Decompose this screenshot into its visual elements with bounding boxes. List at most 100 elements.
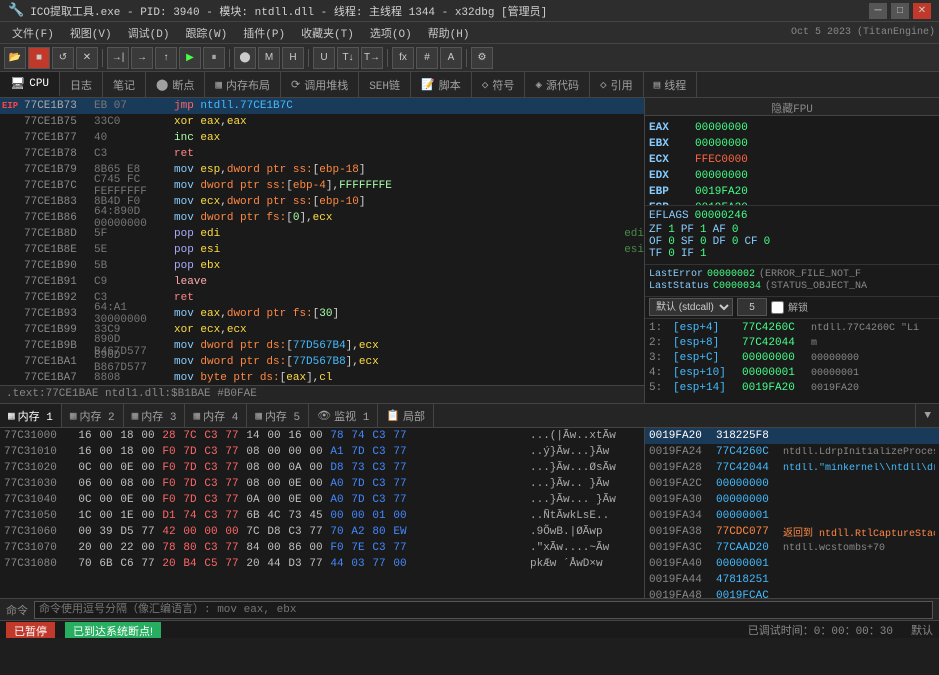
menu-help[interactable]: 帮助(H) <box>420 23 478 43</box>
tb-step-into[interactable]: →| <box>107 47 129 69</box>
disasm-row[interactable]: EIP 77CE1B73 EB 07 jmp ntdll.77CE1B7C <box>0 98 644 114</box>
tb-stop[interactable]: ■ <box>28 47 50 69</box>
mem-row[interactable]: 77C31060 0039D577 42000000 7CD8C377 70A2… <box>0 524 644 540</box>
mem-row[interactable]: 77C31040 0C000E00 F07DC377 0A000E00 A07D… <box>0 492 644 508</box>
command-input[interactable] <box>34 601 933 619</box>
btab-mem3[interactable]: ▦ 内存 3 <box>124 404 186 427</box>
tb-expr[interactable]: fx <box>392 47 414 69</box>
si-row[interactable]: 0019FA30 00000000 <box>645 492 939 508</box>
tb-run-to-user[interactable]: U <box>313 47 335 69</box>
tab-memory-layout[interactable]: ▦ 内存布局 <box>205 72 281 97</box>
menu-view[interactable]: 视图(V) <box>62 23 120 43</box>
tab-seh[interactable]: SEH链 <box>359 72 411 97</box>
btab-mem4[interactable]: ▦ 内存 4 <box>185 404 247 427</box>
mem-row[interactable]: 77C31070 20002200 7880C377 84008600 F07E… <box>0 540 644 556</box>
tab-ref[interactable]: ◇ 引用 <box>590 72 644 97</box>
menu-trace[interactable]: 跟踪(W) <box>177 23 235 43</box>
menu-options[interactable]: 选项(O) <box>362 23 420 43</box>
si-row[interactable]: 0019FA2C 00000000 <box>645 476 939 492</box>
arg-count-input[interactable] <box>737 298 767 316</box>
btab-mem2[interactable]: ▦ 内存 2 <box>62 404 124 427</box>
reg-ecx-row[interactable]: ECX FFEC0000 <box>649 152 935 168</box>
close-button[interactable]: ✕ <box>913 3 931 19</box>
flag-cf-name[interactable]: CF <box>744 236 757 248</box>
tb-trace-into[interactable]: T↓ <box>337 47 359 69</box>
tb-restart[interactable]: ↺ <box>52 47 74 69</box>
btab-right-extra[interactable]: ▼ <box>915 404 939 427</box>
tab-source[interactable]: ◈ 源代码 <box>525 72 590 97</box>
disasm-row[interactable]: 77CE1B91 C9 leave <box>0 274 644 290</box>
disasm-row[interactable]: 77CE1B90 5B pop ebx <box>0 258 644 274</box>
tab-note[interactable]: 笔记 <box>103 72 146 97</box>
fpu-header[interactable]: 隐藏FPU <box>645 98 939 116</box>
tb-settings[interactable]: ⚙ <box>471 47 493 69</box>
disasm-row[interactable]: 77CE1B77 40 inc eax <box>0 130 644 146</box>
menu-plugins[interactable]: 插件(P) <box>235 23 293 43</box>
stack-arg-row[interactable]: 2: [esp+8] 77C42044 m <box>645 336 939 351</box>
btab-mem1[interactable]: ▦ 内存 1 <box>0 404 62 427</box>
tab-log[interactable]: 日志 <box>60 72 103 97</box>
si-row[interactable]: 0019FA34 00000001 <box>645 508 939 524</box>
tb-bp[interactable]: ⬤ <box>234 47 256 69</box>
reg-eax-row[interactable]: EAX 00000000 <box>649 120 935 136</box>
si-row[interactable]: 0019FA28 77C42044 ntdll."minkernel\\ntdl… <box>645 460 939 476</box>
mem-row[interactable]: 77C31020 0C000E00 F07DC377 08000A00 D873… <box>0 460 644 476</box>
tb-run[interactable]: ▶ <box>179 47 201 69</box>
disasm-row[interactable]: 77CE1B78 C3 ret <box>0 146 644 162</box>
stack-arg-row[interactable]: 3: [esp+C] 00000000 00000000 <box>645 351 939 366</box>
tb-trace-over[interactable]: T→ <box>361 47 383 69</box>
flag-sf-name[interactable]: SF <box>681 236 694 248</box>
mem-row[interactable]: 77C31080 706BC677 20B4C577 2044D377 4403… <box>0 556 644 572</box>
status-paused[interactable]: 已暂停 <box>6 622 55 638</box>
call-convention-select[interactable]: 默认 (stdcall) <box>649 298 733 316</box>
flag-of-name[interactable]: OF <box>649 236 662 248</box>
disasm-row[interactable]: 77CE1B8E 5E pop esi esi <box>0 242 644 258</box>
disasm-row[interactable]: 77CE1B86 64:890D 00000000 mov dword ptr … <box>0 210 644 226</box>
si-row[interactable]: 0019FA48 0019FCAC <box>645 588 939 598</box>
tab-thread[interactable]: ▤ 线程 <box>644 72 698 97</box>
menu-file[interactable]: 文件(F) <box>4 23 62 43</box>
reg-ebp-row[interactable]: EBP 0019FA20 <box>649 184 935 200</box>
disassembly-area[interactable]: EIP 77CE1B73 EB 07 jmp ntdll.77CE1B7C 77… <box>0 98 644 385</box>
reg-edx-row[interactable]: EDX 00000000 <box>649 168 935 184</box>
tb-close[interactable]: ✕ <box>76 47 98 69</box>
flag-tf-name[interactable]: TF <box>649 248 662 260</box>
flag-df-name[interactable]: DF <box>713 236 726 248</box>
mem-row[interactable]: 77C31010 16001800 F07DC377 08000000 A17D… <box>0 444 644 460</box>
stack-arg-row[interactable]: 5: [esp+14] 0019FA20 0019FA20 <box>645 381 939 396</box>
si-row[interactable]: 0019FA38 77CDC077 返回到 ntdll.RtlCaptureSt… <box>645 524 939 540</box>
btab-locals[interactable]: 📋 局部 <box>378 404 434 427</box>
flag-pf-name[interactable]: PF <box>681 224 694 236</box>
unlock-checkbox[interactable] <box>771 301 784 314</box>
maximize-button[interactable]: □ <box>891 3 909 19</box>
tb-bp-mem[interactable]: M <box>258 47 280 69</box>
flag-af-name[interactable]: AF <box>713 224 726 236</box>
si-row[interactable]: 0019FA24 77C4260C ntdll.LdrpInitializePr… <box>645 444 939 460</box>
tb-step-out[interactable]: ↑ <box>155 47 177 69</box>
tab-symbol[interactable]: ◇ 符号 <box>472 72 526 97</box>
stack-arg-row[interactable]: 1: [esp+4] 77C4260C ntdll.77C4260C "Li <box>645 321 939 336</box>
tb-pause[interactable]: ⏸ <box>203 47 225 69</box>
tb-A[interactable]: A <box>440 47 462 69</box>
menu-favorites[interactable]: 收藏夹(T) <box>293 23 362 43</box>
btab-watch[interactable]: 👁 监视 1 <box>309 404 378 427</box>
memory-panel[interactable]: 77C31000 16001800 287CC377 14001600 7874… <box>0 428 645 598</box>
si-row[interactable]: 0019FA44 47818251 <box>645 572 939 588</box>
tb-bp-hw[interactable]: H <box>282 47 304 69</box>
disasm-row[interactable]: 77CE1B93 64:A1 30000000 mov eax,dword pt… <box>0 306 644 322</box>
disasm-row[interactable]: 77CE1B75 33C0 xor eax,eax <box>0 114 644 130</box>
mem-row[interactable]: 77C31000 16001800 287CC377 14001600 7874… <box>0 428 644 444</box>
tb-hash[interactable]: # <box>416 47 438 69</box>
tb-open[interactable]: 📂 <box>4 47 26 69</box>
disasm-row[interactable]: 77CE1BA1 890D B867D577 mov dword ptr ds:… <box>0 354 644 370</box>
reg-ebx-row[interactable]: EBX 00000000 <box>649 136 935 152</box>
minimize-button[interactable]: ─ <box>869 3 887 19</box>
mem-row[interactable]: 77C31030 06000800 F07DC377 08000E00 A07D… <box>0 476 644 492</box>
tab-script[interactable]: 📝 脚本 <box>411 72 472 97</box>
flag-zf-name[interactable]: ZF <box>649 224 662 236</box>
disasm-row[interactable]: 77CE1BA7 8808 mov byte ptr ds:[eax],cl <box>0 370 644 385</box>
tab-cpu[interactable]: 🖥 CPU <box>0 72 60 97</box>
disasm-row[interactable]: 77CE1B8D 5F pop edi edi <box>0 226 644 242</box>
tab-callstack[interactable]: ⟳ 调用堆栈 <box>281 72 359 97</box>
menu-debug[interactable]: 调试(D) <box>120 23 178 43</box>
